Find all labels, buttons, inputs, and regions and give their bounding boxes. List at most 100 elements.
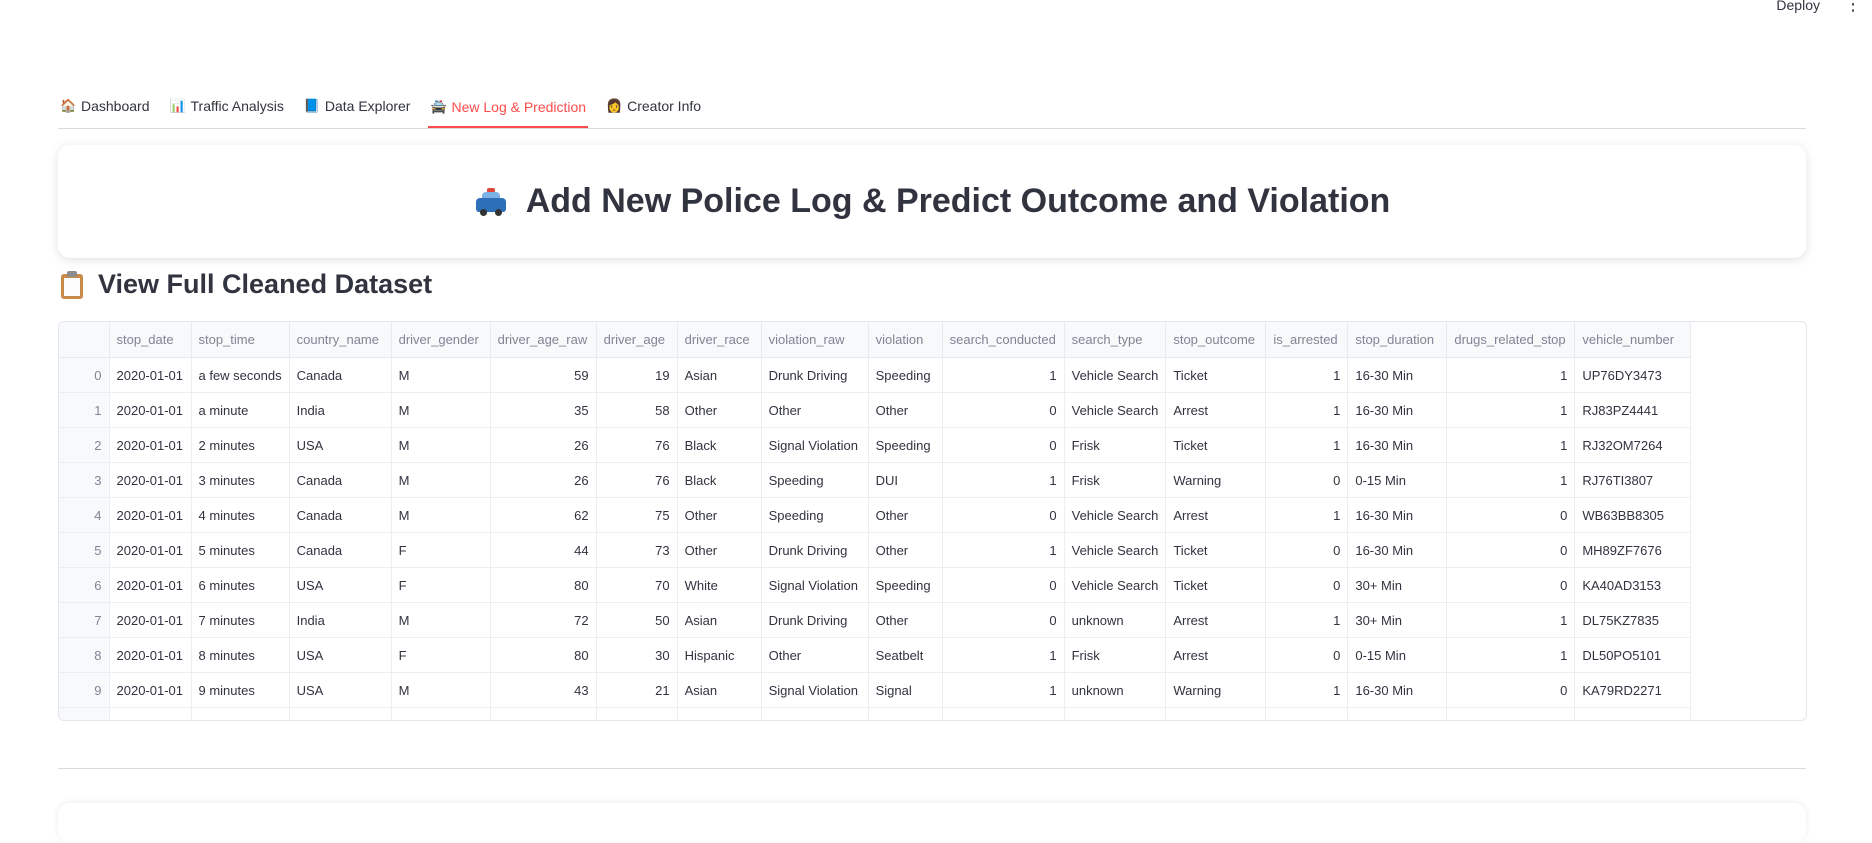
person-icon: 👩 [606, 98, 623, 113]
table-cell: Other [761, 392, 869, 428]
column-header[interactable]: driver_age_raw [490, 322, 597, 358]
table-cell: 0 [942, 602, 1065, 638]
table-cell: Vehicle Search [1064, 497, 1167, 533]
table-cell: 0 [1265, 532, 1349, 568]
table-cell: 30+ Min [1347, 567, 1448, 603]
table-cell: 2020-01-01 [109, 532, 192, 568]
row-index: 6 [59, 567, 110, 603]
more-vertical-icon[interactable]: ⋮ [1844, 0, 1862, 15]
table-cell: 0 [1446, 672, 1576, 708]
table-cell: 0 [1446, 567, 1576, 603]
table-cell: Other [677, 532, 762, 568]
table-cell: 1 [1265, 357, 1349, 393]
column-header[interactable]: country_name [289, 322, 392, 358]
table-cell: Arrest [1165, 602, 1267, 638]
table-cell: Seatbelt [868, 637, 943, 673]
table-cell: DUI [868, 462, 943, 498]
table-cell [1446, 707, 1576, 720]
table-cell: 0 [942, 567, 1065, 603]
table-cell: 50 [596, 602, 678, 638]
table-cell: 2 minutes [191, 427, 290, 463]
table-row[interactable]: 1 2020-01-01 a minute India M 35 58 Other Other O… [59, 392, 1692, 428]
table-cell: 72 [490, 602, 597, 638]
column-header[interactable]: stop_date [109, 322, 192, 358]
column-header[interactable]: drugs_related_stop [1446, 322, 1576, 358]
table-cell: Asian [677, 602, 762, 638]
table-cell: 30 [596, 637, 678, 673]
column-header[interactable]: violation_raw [761, 322, 869, 358]
tab-label: Dashboard [81, 98, 150, 114]
next-section-card [58, 803, 1806, 843]
tab-label: Creator Info [627, 98, 702, 114]
table-cell: unknown [1064, 672, 1167, 708]
column-header[interactable]: driver_age [596, 322, 678, 358]
table-cell: USA [289, 672, 392, 708]
tab-traffic-analysis[interactable]: 📊 Traffic Analysis [168, 88, 286, 124]
column-header[interactable]: driver_gender [391, 322, 491, 358]
table-cell: 21 [596, 672, 678, 708]
table-cell: Vehicle Search [1064, 392, 1167, 428]
row-index: 8 [59, 637, 110, 673]
table-row[interactable]: 6 2020-01-01 6 minutes USA F 80 70 White Signal … [59, 567, 1692, 603]
table-cell: Drunk Driving [761, 357, 869, 393]
dataframe[interactable]: stop_date stop_time country_name driver_gen… [58, 321, 1807, 721]
index-header[interactable] [59, 322, 110, 358]
tab-creator-info[interactable]: 👩 Creator Info [604, 88, 703, 124]
row-index: 3 [59, 462, 110, 498]
table-cell: 1 [942, 672, 1065, 708]
table-row[interactable]: 3 2020-01-01 3 minutes Canada M 26 76 Black Spee… [59, 462, 1692, 498]
table-cell: 0 [1265, 567, 1349, 603]
bar-chart-icon: 📊 [169, 98, 186, 113]
deploy-button[interactable]: Deploy [1776, 0, 1820, 13]
row-index: 5 [59, 532, 110, 568]
top-bar: Deploy ⋮ [0, 0, 1872, 20]
table-cell [1347, 707, 1448, 720]
table-row[interactable]: 4 2020-01-01 4 minutes Canada M 62 75 Other Spee… [59, 497, 1692, 533]
table-row[interactable]: 2 2020-01-01 2 minutes USA M 26 76 Black Signal … [59, 427, 1692, 463]
table-cell: Arrest [1165, 392, 1267, 428]
table-cell: 0 [1265, 462, 1349, 498]
tab-dashboard[interactable]: 🏠 Dashboard [58, 88, 152, 124]
table-cell [109, 707, 192, 720]
table-cell: 8 minutes [191, 637, 290, 673]
tab-new-log-prediction[interactable]: 🚔 New Log & Prediction [428, 88, 589, 128]
table-cell [289, 707, 392, 720]
column-header[interactable]: search_type [1064, 322, 1167, 358]
table-cell [868, 707, 943, 720]
table-row[interactable]: 7 2020-01-01 7 minutes India M 72 50 Asian Drunk… [59, 602, 1692, 638]
table-cell: USA [289, 637, 392, 673]
table-cell [490, 707, 597, 720]
table-cell: Ticket [1165, 567, 1267, 603]
column-header[interactable]: driver_race [677, 322, 762, 358]
column-header[interactable]: stop_time [191, 322, 290, 358]
table-cell: Canada [289, 357, 392, 393]
table-cell: 26 [490, 427, 597, 463]
table-cell: 1 [1265, 427, 1349, 463]
column-header[interactable]: vehicle_number [1574, 322, 1692, 358]
table-cell: 43 [490, 672, 597, 708]
row-index: 4 [59, 497, 110, 533]
column-header[interactable]: violation [868, 322, 943, 358]
table-row[interactable]: 5 2020-01-01 5 minutes Canada F 44 73 Other Drun… [59, 532, 1692, 568]
table-row[interactable]: 0 2020-01-01 a few seconds Canada M 59 19 Asian… [59, 357, 1692, 393]
table-cell: 35 [490, 392, 597, 428]
table-cell: 1 [1446, 392, 1576, 428]
table-cell: 0-15 Min [1347, 637, 1448, 673]
table-row[interactable]: 8 2020-01-01 8 minutes USA F 80 30 Hispanic Othe… [59, 637, 1692, 673]
table-cell: 2020-01-01 [109, 672, 192, 708]
table-cell: Canada [289, 532, 392, 568]
table-cell: Ticket [1165, 532, 1267, 568]
column-header[interactable]: stop_outcome [1165, 322, 1267, 358]
column-header[interactable]: stop_duration [1347, 322, 1448, 358]
table-cell: Vehicle Search [1064, 357, 1167, 393]
table-row[interactable]: 9 2020-01-01 9 minutes USA M 43 21 Asian Signal … [59, 672, 1692, 708]
column-header[interactable]: is_arrested [1265, 322, 1349, 358]
police-car-icon: 🚔 [430, 99, 447, 114]
table-cell: 1 [1265, 497, 1349, 533]
table-cell: 2020-01-01 [109, 462, 192, 498]
table-cell: 2020-01-01 [109, 357, 192, 393]
table-cell: Black [677, 462, 762, 498]
column-header[interactable]: search_conducted [942, 322, 1065, 358]
tab-data-explorer[interactable]: 📘 Data Explorer [302, 88, 413, 124]
tab-label: Traffic Analysis [190, 98, 284, 114]
